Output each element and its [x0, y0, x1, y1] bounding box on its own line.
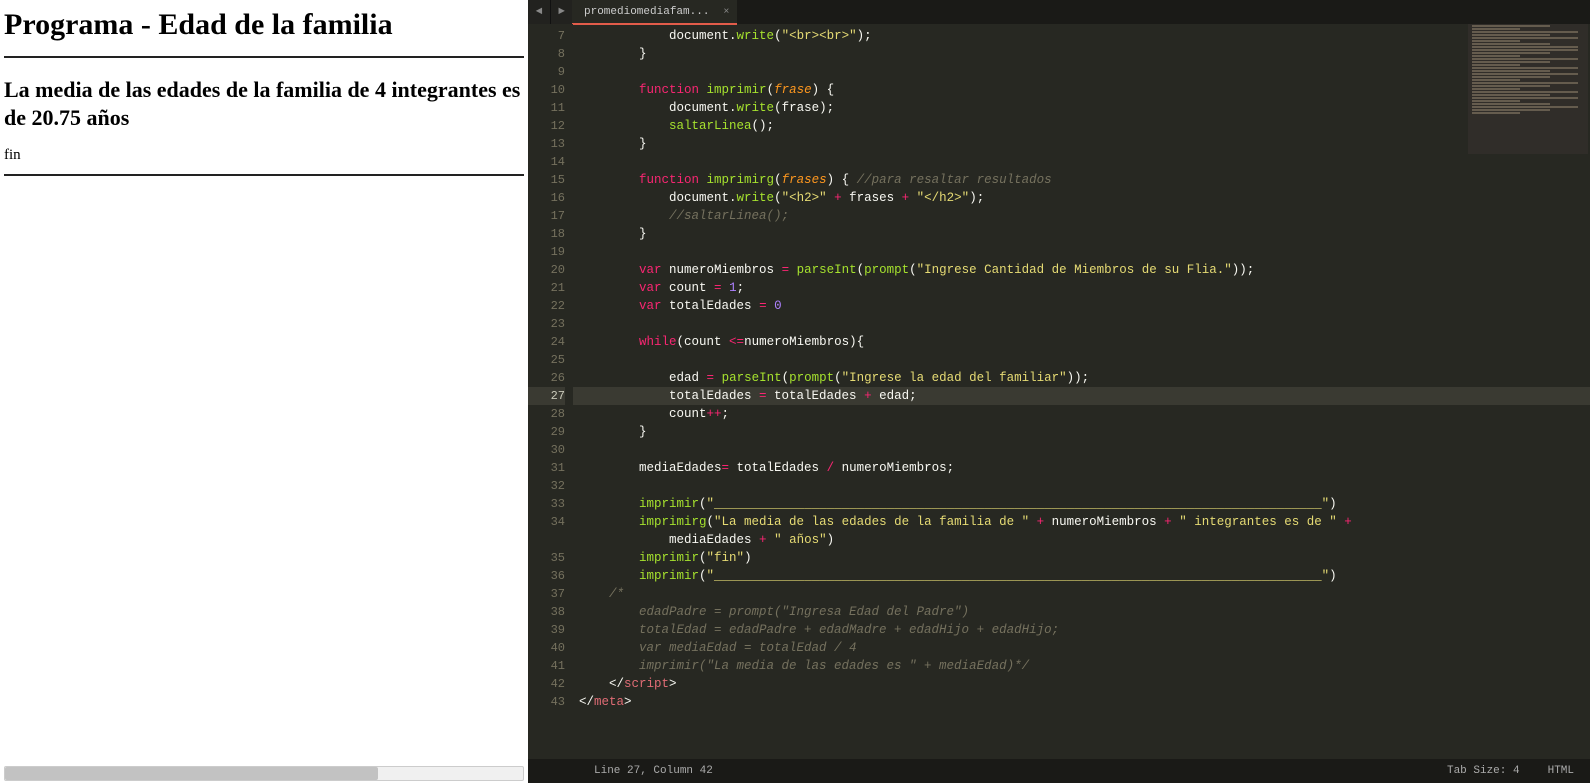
code-line[interactable]: function imprimirg(frases) { //para resa… [573, 171, 1590, 189]
divider [4, 174, 524, 176]
code-line[interactable]: while(count <=numeroMiembros){ [573, 333, 1590, 351]
status-cursor[interactable]: Line 27, Column 42 [544, 765, 1419, 777]
code-editor-pane: ◄ ► promediomediafam... × 78910111213141… [528, 0, 1590, 783]
code-line[interactable]: } [573, 423, 1590, 441]
nav-back-button[interactable]: ◄ [528, 0, 550, 24]
code-line[interactable]: /* [573, 585, 1590, 603]
code-line[interactable]: //saltarLinea(); [573, 207, 1590, 225]
code-line[interactable]: imprimir("La media de las edades es " + … [573, 657, 1590, 675]
tab-bar: promediomediafam... × [572, 0, 1590, 24]
code-line[interactable] [573, 441, 1590, 459]
code-line[interactable]: var numeroMiembros = parseInt(prompt("In… [573, 261, 1590, 279]
code-line[interactable]: edadPadre = prompt("Ingresa Edad del Pad… [573, 603, 1590, 621]
status-tabsize[interactable]: Tab Size: 4 [1447, 765, 1520, 777]
fin-text: fin [4, 147, 524, 164]
code-area[interactable]: 7891011121314151617181920212223242526272… [528, 24, 1590, 759]
editor-topbar: ◄ ► promediomediafam... × [528, 0, 1590, 24]
status-bar: Line 27, Column 42 Tab Size: 4 HTML [528, 759, 1590, 783]
file-tab[interactable]: promediomediafam... × [572, 0, 737, 24]
code-line[interactable]: function imprimir(frase) { [573, 81, 1590, 99]
code-line[interactable] [573, 477, 1590, 495]
code-line[interactable]: totalEdades = totalEdades + edad; [573, 387, 1590, 405]
page-title: Programa - Edad de la familia [4, 8, 524, 42]
code-line[interactable]: document.write("<br><br>"); [573, 27, 1590, 45]
code-line[interactable]: totalEdad = edadPadre + edadMadre + edad… [573, 621, 1590, 639]
code-line[interactable]: </script> [573, 675, 1590, 693]
code-line[interactable] [573, 63, 1590, 81]
code-line[interactable]: </meta> [573, 693, 1590, 711]
line-gutter: 7891011121314151617181920212223242526272… [528, 24, 573, 759]
code-line[interactable]: document.write(frase); [573, 99, 1590, 117]
code-line[interactable]: imprimir("______________________________… [573, 495, 1590, 513]
code-line[interactable]: mediaEdades + " años") [573, 531, 1590, 549]
browser-output-pane: Programa - Edad de la familia La media d… [0, 0, 528, 783]
code-line[interactable] [573, 243, 1590, 261]
tab-label: promediomediafam... [584, 6, 709, 18]
code-line[interactable]: imprimir("______________________________… [573, 567, 1590, 585]
code-line[interactable]: var totalEdades = 0 [573, 297, 1590, 315]
code-line[interactable] [573, 315, 1590, 333]
divider [4, 56, 524, 58]
code-line[interactable]: } [573, 225, 1590, 243]
code-line[interactable]: saltarLinea(); [573, 117, 1590, 135]
code-line[interactable]: document.write("<h2>" + frases + "</h2>"… [573, 189, 1590, 207]
code-line[interactable] [573, 153, 1590, 171]
code-line[interactable]: } [573, 45, 1590, 63]
code-line[interactable]: var count = 1; [573, 279, 1590, 297]
result-heading: La media de las edades de la familia de … [4, 76, 524, 131]
code-line[interactable] [573, 351, 1590, 369]
nav-forward-button[interactable]: ► [550, 0, 572, 24]
code-line[interactable]: var mediaEdad = totalEdad / 4 [573, 639, 1590, 657]
code-line[interactable]: } [573, 135, 1590, 153]
code-line[interactable]: mediaEdades= totalEdades / numeroMiembro… [573, 459, 1590, 477]
code-line[interactable]: imprimir("fin") [573, 549, 1590, 567]
horizontal-scrollbar[interactable] [4, 766, 524, 781]
close-icon[interactable]: × [723, 7, 729, 18]
code-line[interactable]: edad = parseInt(prompt("Ingrese la edad … [573, 369, 1590, 387]
code-line[interactable]: imprimirg("La media de las edades de la … [573, 513, 1590, 531]
code-line[interactable]: count++; [573, 405, 1590, 423]
scrollbar-thumb[interactable] [5, 767, 378, 780]
status-language[interactable]: HTML [1548, 765, 1574, 777]
nav-buttons: ◄ ► [528, 0, 572, 24]
code-content[interactable]: document.write("<br><br>"); } function i… [573, 24, 1590, 759]
